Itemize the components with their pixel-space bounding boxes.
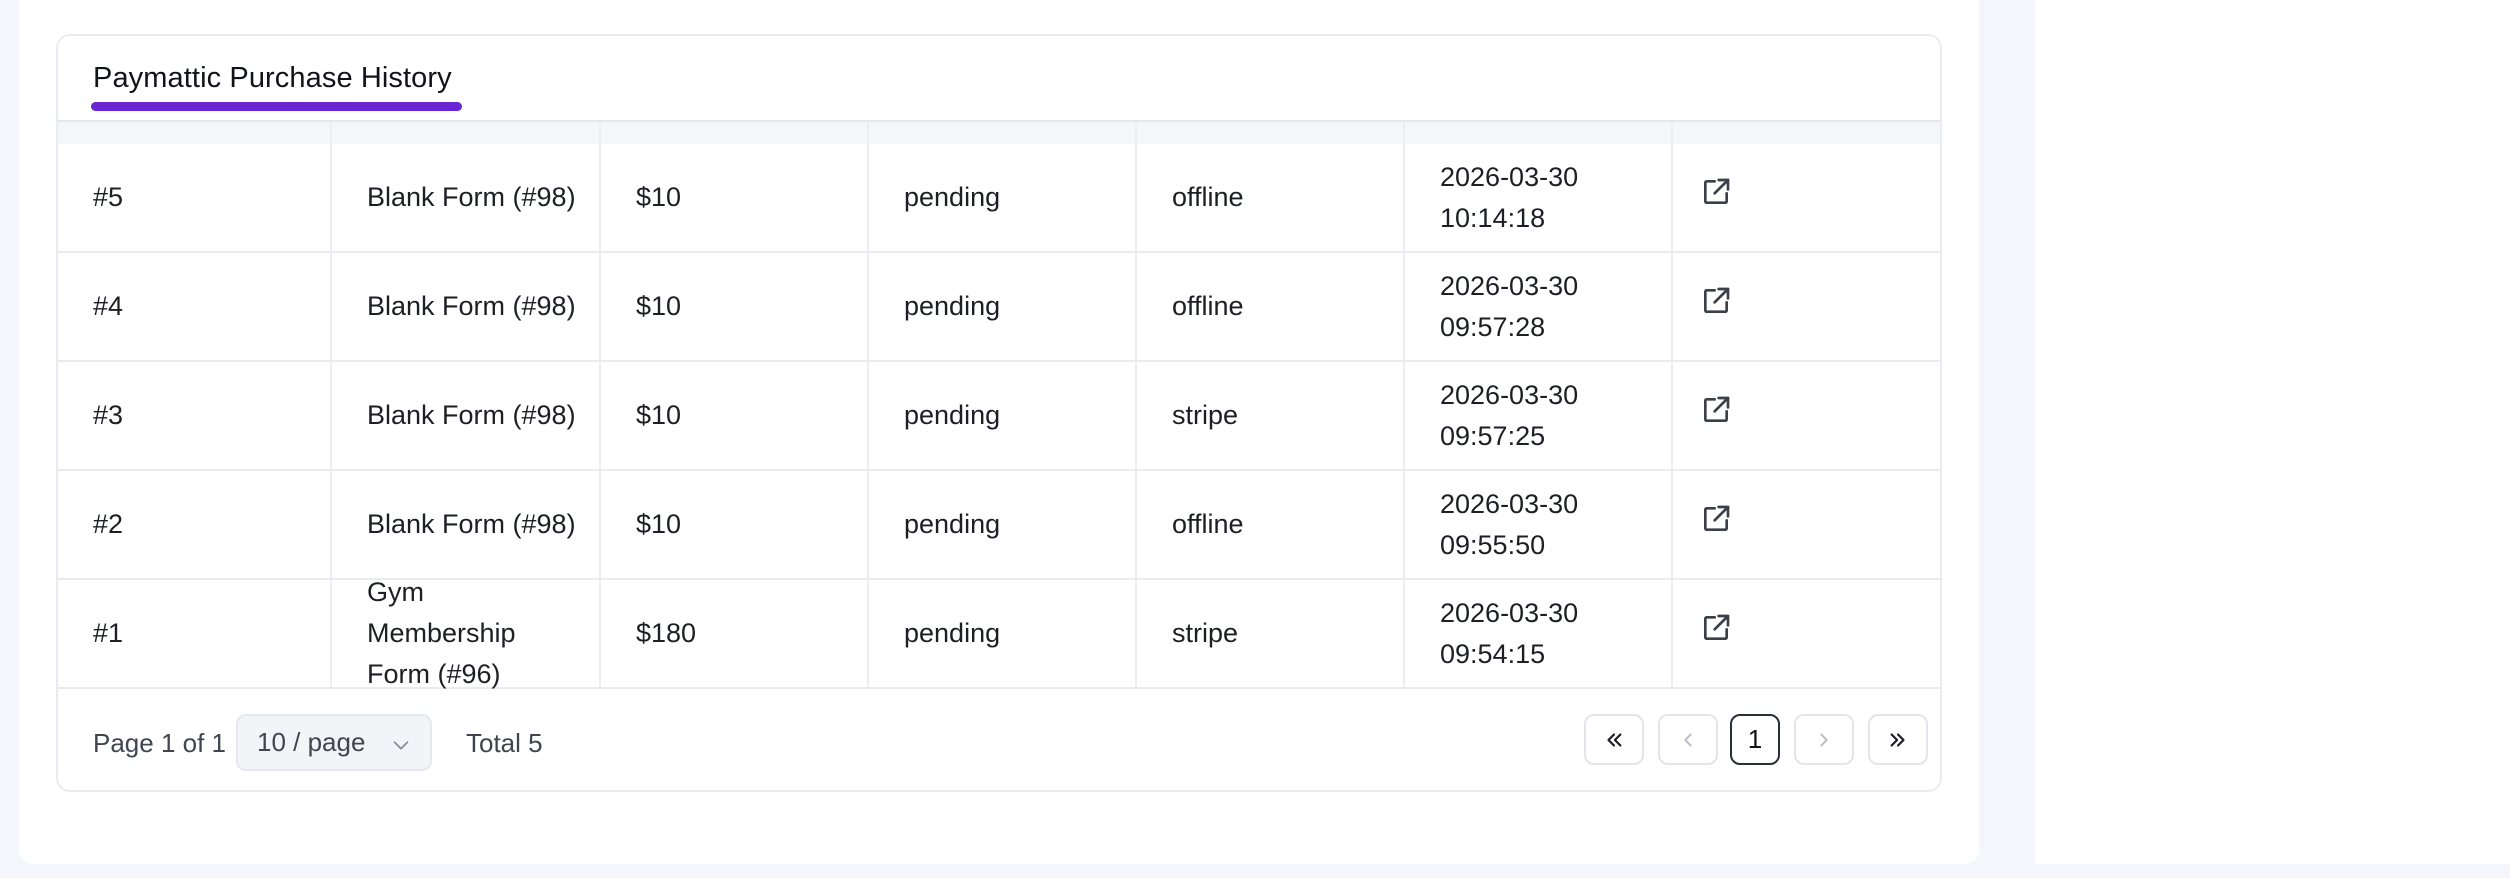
pagination: Page 1 of 1 10 / page Total 5 1	[58, 692, 1940, 790]
cell-form: Gym Membership Form (#96)	[332, 577, 601, 689]
cell-date: 2026-03-30 09:54:15	[1405, 580, 1673, 687]
title-underline	[91, 102, 462, 111]
cell-method: stripe	[1137, 362, 1405, 469]
cell-date: 2026-03-30 10:14:18	[1405, 144, 1673, 251]
cell-date-day: 2026-03-30	[1440, 597, 1579, 628]
total-count: Total 5	[466, 728, 543, 758]
last-page-button[interactable]	[1868, 714, 1928, 765]
table-row: #5 Blank Form (#98) $10 pending offline …	[58, 144, 1940, 253]
header-cell	[332, 122, 601, 144]
cell-amount: $10	[601, 362, 869, 469]
page-info: Page 1 of 1	[93, 728, 226, 758]
cell-method: offline	[1137, 144, 1405, 251]
cell-form: Blank Form (#98)	[332, 253, 601, 360]
double-chevron-left-icon	[1607, 732, 1622, 747]
cell-id: #4	[58, 253, 332, 360]
cell-form: Blank Form (#98)	[332, 144, 601, 251]
cell-action	[1673, 253, 1940, 360]
external-link-icon[interactable]	[1700, 285, 1732, 317]
cell-date: 2026-03-30 09:57:25	[1405, 362, 1673, 469]
cell-date-time: 09:55:50	[1440, 529, 1546, 560]
chevron-left-icon	[1684, 733, 1692, 746]
cell-action	[1673, 471, 1940, 578]
cell-status: pending	[869, 144, 1137, 251]
cell-amount: $10	[601, 144, 869, 251]
cell-amount: $10	[601, 253, 869, 360]
cell-id: #1	[58, 580, 332, 687]
cell-date-day: 2026-03-30	[1440, 161, 1579, 192]
chevron-down-icon	[393, 741, 409, 750]
card-title: Paymattic Purchase History	[93, 62, 452, 94]
cell-id: #2	[58, 471, 332, 578]
first-page-button[interactable]	[1584, 714, 1644, 765]
page-size-select[interactable]: 10 / page	[236, 714, 432, 771]
header-cell	[601, 122, 869, 144]
card-header: Paymattic Purchase History	[58, 36, 1940, 122]
cell-method: offline	[1137, 471, 1405, 578]
cell-date-time: 09:54:15	[1440, 638, 1546, 669]
cell-date: 2026-03-30 09:55:50	[1405, 471, 1673, 578]
external-link-icon[interactable]	[1700, 394, 1732, 426]
cell-id: #3	[58, 362, 332, 469]
cell-status: pending	[869, 471, 1137, 578]
cell-action	[1673, 580, 1940, 687]
cell-status: pending	[869, 580, 1137, 687]
main-panel: Paymattic Purchase History #5 Blank Form…	[19, 0, 1979, 864]
cell-date-day: 2026-03-30	[1440, 488, 1579, 519]
cell-amount: $10	[601, 471, 869, 578]
cell-action	[1673, 362, 1940, 469]
cell-method: stripe	[1137, 580, 1405, 687]
table-row: #1 Gym Membership Form (#96) $180 pendin…	[58, 577, 1940, 689]
header-cell	[1137, 122, 1405, 144]
cell-date-time: 10:14:18	[1440, 202, 1546, 233]
external-link-icon[interactable]	[1700, 503, 1732, 535]
external-link-icon[interactable]	[1700, 176, 1732, 208]
cell-date-day: 2026-03-30	[1440, 270, 1579, 301]
table-row: #4 Blank Form (#98) $10 pending offline …	[58, 253, 1940, 362]
cell-date-day: 2026-03-30	[1440, 379, 1579, 410]
cell-status: pending	[869, 253, 1137, 360]
chevron-right-icon	[1820, 733, 1828, 746]
cell-status: pending	[869, 362, 1137, 469]
purchase-history-card: Paymattic Purchase History #5 Blank Form…	[56, 34, 1942, 792]
cell-amount: $180	[601, 580, 869, 687]
prev-page-button[interactable]	[1658, 714, 1718, 765]
next-page-button[interactable]	[1794, 714, 1854, 765]
cell-form: Blank Form (#98)	[332, 362, 601, 469]
header-cell	[1405, 122, 1673, 144]
cell-date-time: 09:57:25	[1440, 420, 1546, 451]
cell-method: offline	[1137, 253, 1405, 360]
cell-form: Blank Form (#98)	[332, 471, 601, 578]
cell-action	[1673, 144, 1940, 251]
table-header	[58, 122, 1940, 144]
header-cell	[869, 122, 1137, 144]
cell-date: 2026-03-30 09:57:28	[1405, 253, 1673, 360]
cell-date-time: 09:57:28	[1440, 311, 1546, 342]
table-row: #3 Blank Form (#98) $10 pending stripe 2…	[58, 362, 1940, 471]
external-link-icon[interactable]	[1700, 612, 1732, 644]
page-number-button[interactable]: 1	[1730, 714, 1780, 765]
header-cell	[58, 122, 332, 144]
table-body: #5 Blank Form (#98) $10 pending offline …	[58, 144, 1940, 689]
cell-id: #5	[58, 144, 332, 251]
table-row: #2 Blank Form (#98) $10 pending offline …	[58, 471, 1940, 580]
right-panel	[2035, 0, 2510, 864]
page-size-value: 10 / page	[257, 727, 366, 757]
double-chevron-right-icon	[1890, 732, 1905, 747]
header-cell	[1673, 122, 1940, 144]
